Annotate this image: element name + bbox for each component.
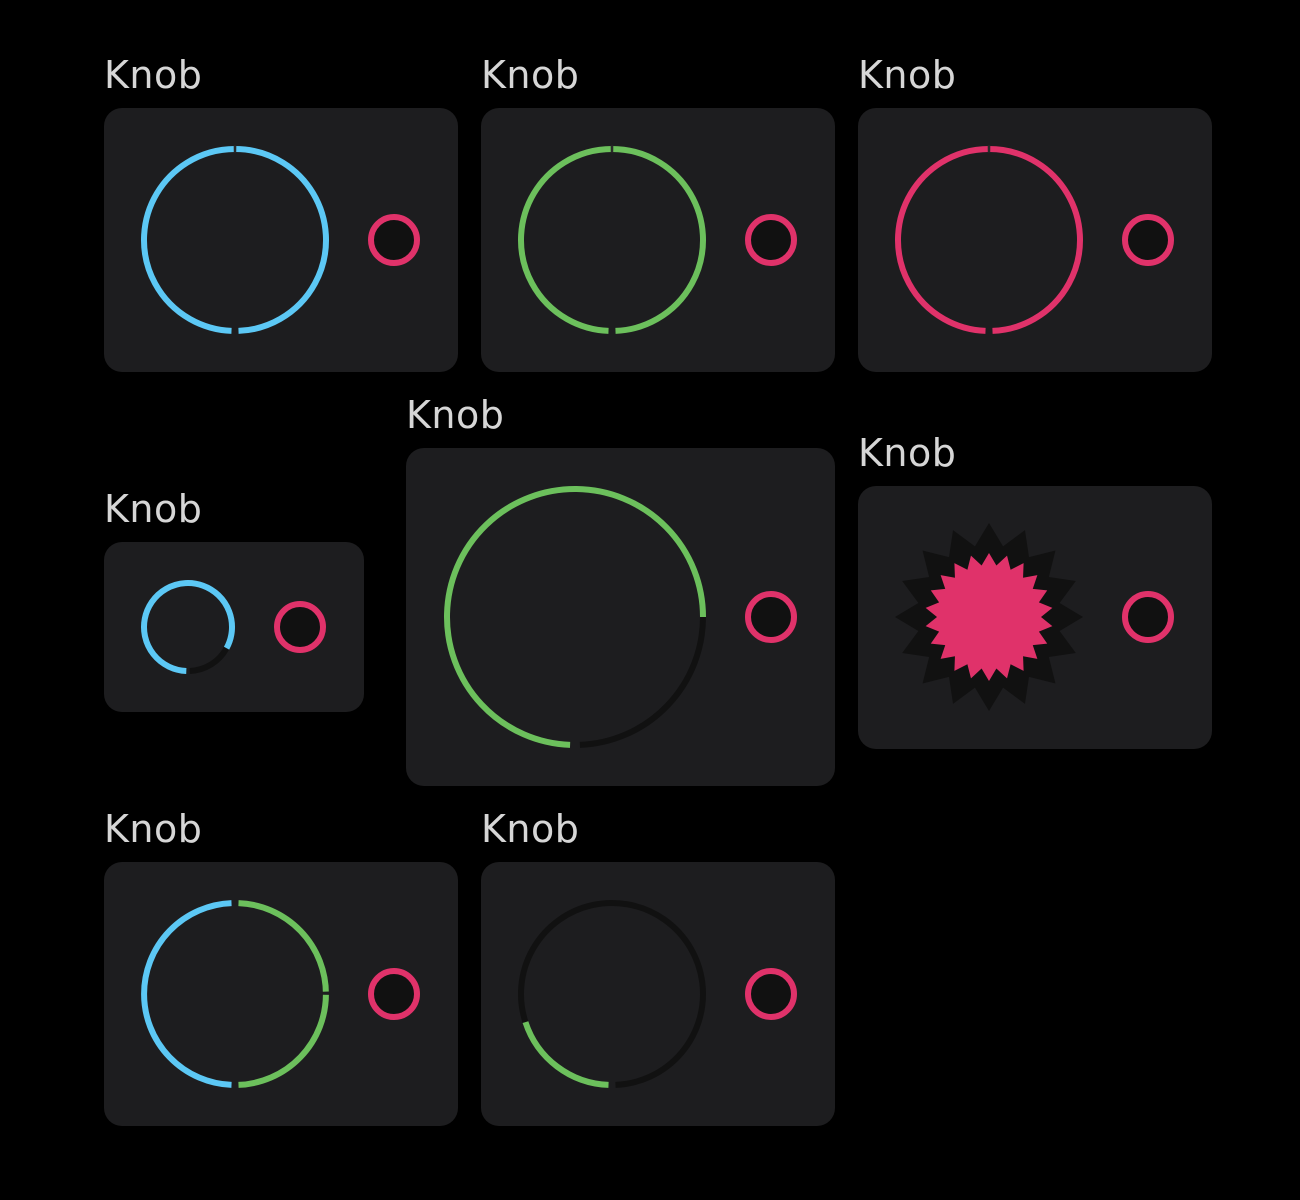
- knob-5-dial[interactable]: [444, 486, 706, 748]
- knob-7-panel: [104, 862, 458, 1126]
- value-arc-right: [238, 900, 329, 1088]
- value-arc: [518, 145, 706, 334]
- knob-2-dial[interactable]: [518, 145, 706, 334]
- knob-2-svg: [518, 145, 797, 334]
- track-arc: [189, 646, 230, 674]
- knob-4-svg: [141, 580, 326, 674]
- knob-8-label: Knob: [481, 807, 580, 851]
- knob-7-svg: [141, 900, 420, 1088]
- knob-2-indicator[interactable]: [745, 214, 797, 266]
- knob-8-indicator[interactable]: [745, 968, 797, 1020]
- knob-8-dial[interactable]: [518, 900, 706, 1088]
- knob-3-indicator[interactable]: [1122, 214, 1174, 266]
- knob-3-svg: [895, 145, 1174, 334]
- knob-4-label: Knob: [104, 487, 203, 531]
- knob-4-panel: [104, 542, 364, 712]
- knob-8-svg: [518, 900, 797, 1088]
- knob-3-label: Knob: [858, 53, 957, 97]
- knob-1-svg: [141, 145, 420, 334]
- knob-5-svg: [444, 486, 797, 748]
- knob-3-panel: [858, 108, 1212, 372]
- knob-6-label: Knob: [858, 431, 957, 475]
- knob-2-label: Knob: [481, 53, 580, 97]
- value-arc-left: [141, 900, 232, 1088]
- knob-1-label: Knob: [104, 53, 203, 97]
- knob-1-indicator[interactable]: [368, 214, 420, 266]
- value-arc: [141, 145, 329, 334]
- knob-5-panel: [406, 448, 835, 786]
- knob-6-dial[interactable]: [895, 523, 1083, 711]
- knob-4-indicator[interactable]: [274, 601, 326, 653]
- knob-7-dial[interactable]: [141, 900, 330, 1088]
- track-arc: [579, 616, 706, 748]
- value-arc: [895, 145, 1083, 334]
- knob-4-dial[interactable]: [141, 580, 235, 674]
- knob-7-label: Knob: [104, 807, 203, 851]
- knob-gallery: Knob Knob Knob Knob Knob Knob Knob Knob: [0, 0, 1300, 1200]
- value-arc: [522, 1021, 609, 1088]
- knob-1-dial[interactable]: [141, 145, 329, 334]
- knob-5-label: Knob: [406, 393, 505, 437]
- knob-1-panel: [104, 108, 458, 372]
- knob-6-panel: [858, 486, 1212, 749]
- knob-8-panel: [481, 862, 835, 1126]
- knob-6-indicator[interactable]: [1122, 591, 1174, 643]
- knob-7-indicator[interactable]: [368, 968, 420, 1020]
- knob-3-dial[interactable]: [895, 145, 1083, 334]
- knob-6-svg: [895, 523, 1174, 711]
- knob-5-indicator[interactable]: [745, 591, 797, 643]
- knob-2-panel: [481, 108, 835, 372]
